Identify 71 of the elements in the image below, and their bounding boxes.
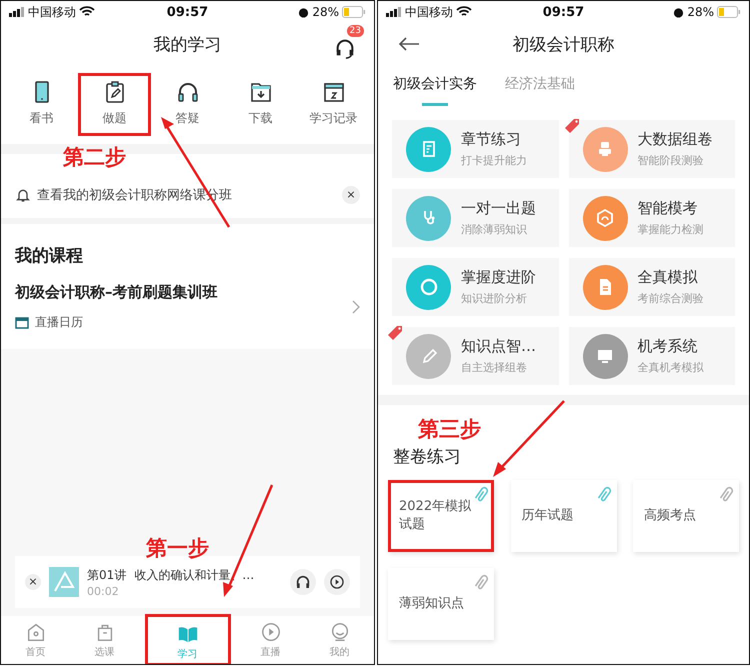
play-icon [329, 574, 345, 590]
alarm-icon [298, 6, 310, 18]
close-button[interactable]: × [25, 574, 41, 590]
play-button[interactable] [324, 569, 350, 595]
feature-title: 机考系统 [638, 337, 698, 356]
status-time: 09:57 [542, 4, 584, 20]
feature-title: 章节练习 [461, 130, 522, 149]
play-time: 00:02 [87, 584, 120, 598]
battery-icon [716, 6, 741, 18]
feature-subtitle: 智能阶段测验 [638, 153, 704, 168]
wifi-icon [456, 6, 472, 18]
close-button[interactable]: × [342, 186, 360, 204]
headset-icon [334, 37, 356, 59]
feature-title: 知识点智… [461, 337, 536, 356]
lesson-number: 第01讲 [87, 566, 126, 584]
feature-title: 全真模拟 [638, 268, 698, 287]
status-time: 09:57 [166, 4, 208, 20]
signal-icon [9, 7, 25, 17]
tool-button[interactable]: 下载 [224, 73, 297, 136]
battery-icon [342, 6, 366, 18]
back-arrow-icon[interactable] [398, 36, 420, 52]
feature-card[interactable]: 掌握度进阶 知识进阶分析 [392, 258, 558, 316]
headphones-icon [295, 574, 311, 590]
carrier-name: 中国移动 [405, 4, 453, 20]
feature-subtitle: 掌握能力检测 [638, 222, 704, 237]
feature-subtitle: 全真机考模拟 [638, 360, 704, 375]
audio-button[interactable] [290, 569, 316, 595]
feature-card[interactable]: 全真模拟 考前综合测验 [568, 258, 735, 316]
feature-title: 掌握度进阶 [461, 268, 536, 287]
bell-icon [15, 187, 31, 203]
feature-subtitle: 打卡提升能力 [461, 153, 527, 168]
battery-percent: 28% [312, 5, 339, 19]
logo-icon [49, 567, 79, 597]
feature-title: 一对一出题 [461, 199, 536, 218]
feature-card[interactable]: 章节练习 打卡提升能力 [392, 120, 558, 178]
section-title: 我的课程 [15, 245, 84, 267]
section-title: 整卷练习 [393, 446, 461, 468]
feature-title: 智能模考 [638, 199, 698, 218]
alarm-icon [673, 6, 684, 18]
feature-subtitle: 消除薄弱知识 [461, 222, 528, 237]
signal-icon [386, 7, 402, 17]
tool-button[interactable]: 答疑 [151, 73, 224, 136]
live-calendar-link[interactable]: 直播日历 [35, 314, 83, 331]
step-label: 第二步 [63, 144, 126, 171]
feature-subtitle: 自主选择组卷 [461, 360, 528, 375]
feature-card[interactable]: 一对一出题 消除薄弱知识 [392, 189, 558, 247]
battery-percent: 28% [687, 5, 714, 19]
page-title: 我的学习 [154, 34, 222, 56]
wifi-icon [79, 6, 95, 18]
paper-card[interactable]: 2022年模拟试题 [388, 480, 494, 552]
course-title: 初级会计职称–考前刷题集训班 [15, 283, 218, 302]
feature-card[interactable]: 机考系统 全真机考模拟 [568, 327, 735, 385]
carrier-name: 中国移动 [28, 4, 76, 20]
notification-badge: 23 [346, 25, 364, 37]
subject-tab[interactable]: 初级会计实务 [393, 75, 477, 106]
feature-card[interactable]: 智能模考 掌握能力检测 [568, 189, 735, 247]
tool-button[interactable]: 学习记录 [297, 73, 370, 136]
tool-button[interactable]: 做题 [78, 73, 151, 136]
tool-button[interactable]: 看书 [5, 73, 78, 136]
calendar-icon [15, 316, 29, 329]
paper-card[interactable]: 高频考点 [633, 480, 739, 552]
calendar-icon [322, 80, 346, 104]
folder-download-icon [248, 80, 272, 104]
page-title: 初级会计职称 [512, 34, 614, 56]
feature-title: 大数据组卷 [638, 130, 712, 149]
headphones-icon [176, 80, 200, 104]
step-label: 第三步 [418, 416, 481, 443]
feature-subtitle: 知识进阶分析 [461, 291, 528, 306]
feature-subtitle: 考前综合测验 [638, 291, 704, 306]
paper-card[interactable]: 薄弱知识点 [388, 568, 494, 640]
play-icon [260, 621, 282, 643]
